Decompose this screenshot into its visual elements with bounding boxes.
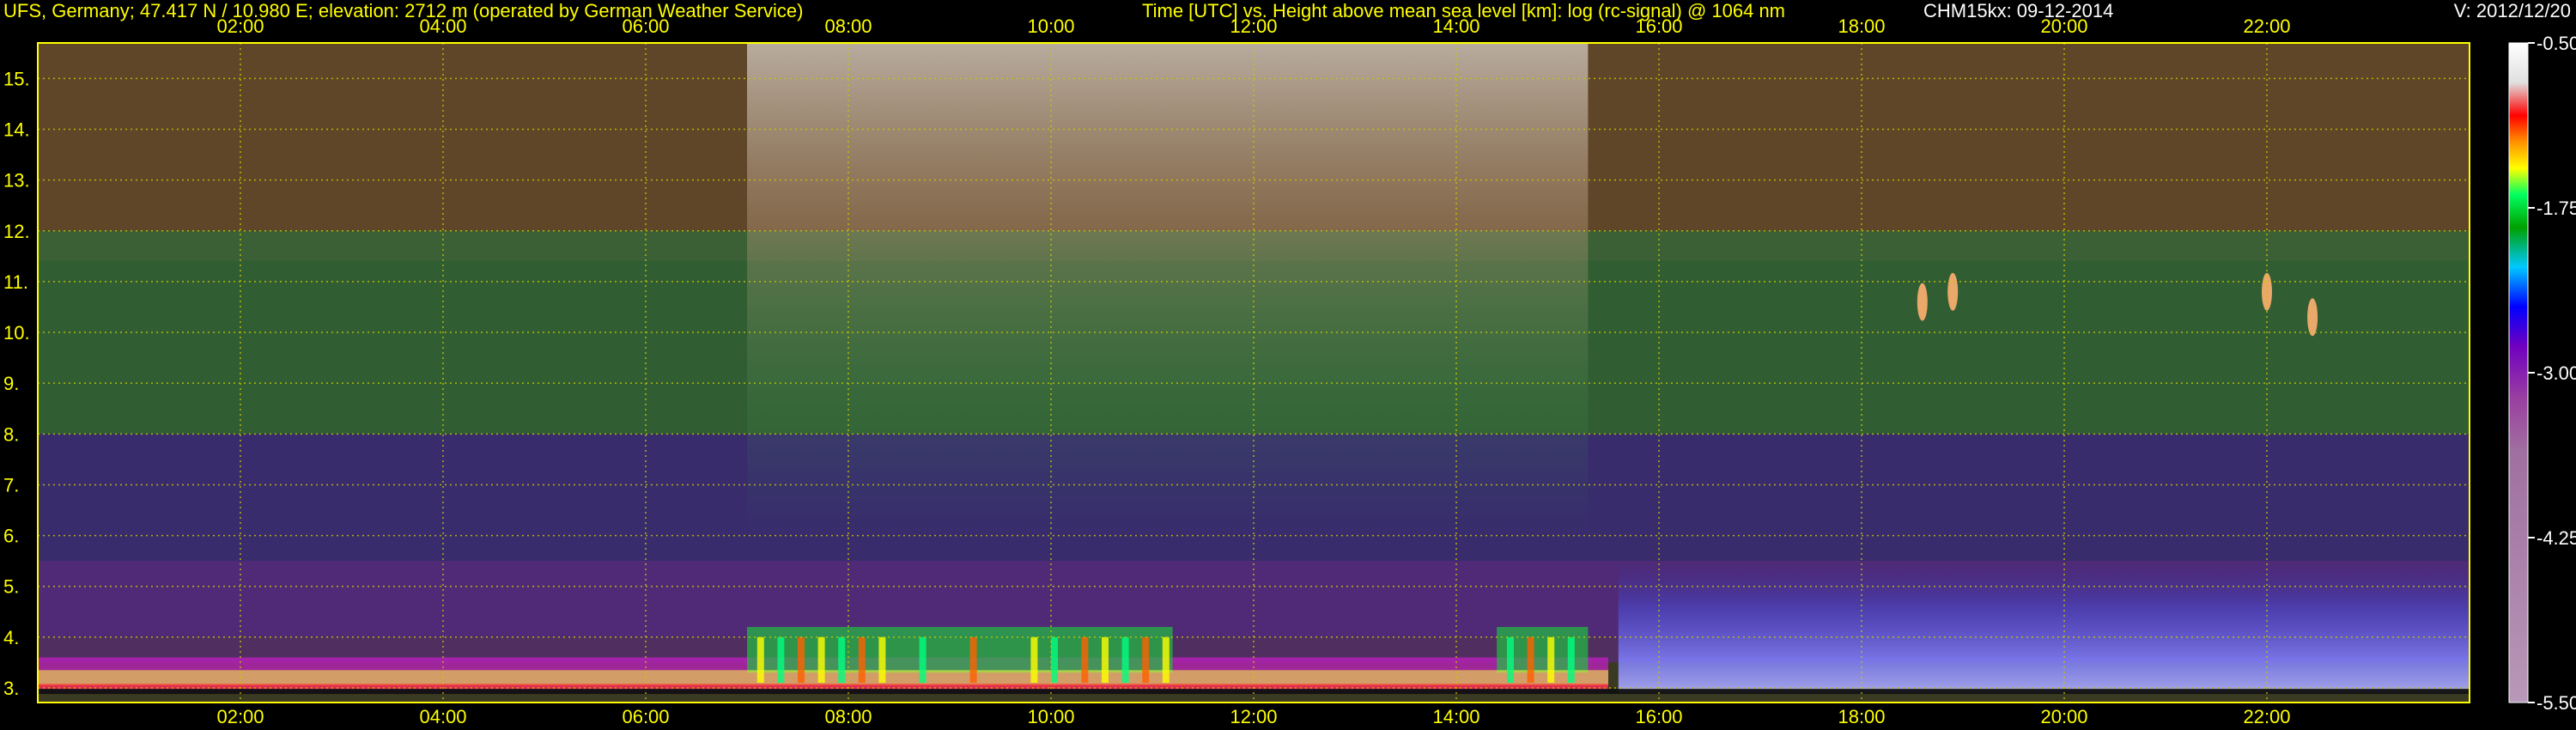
cloud-streak: [1527, 636, 1534, 684]
x-tick-label-bottom: 04:00: [419, 706, 466, 727]
feature-high-noise-daytime: [747, 43, 1589, 536]
colorbar-tick-label: -3.00: [2537, 362, 2576, 384]
x-tick-label-bottom: 02:00: [216, 706, 264, 727]
cloud-streak: [1507, 636, 1514, 684]
x-tick-label-top: 18:00: [1838, 15, 1885, 37]
x-tick-label-top: 12:00: [1230, 15, 1277, 37]
cloud-streak: [1051, 636, 1058, 684]
cloud-streak: [1102, 636, 1109, 684]
cloud-streak: [798, 636, 805, 684]
x-tick-label-bottom: 06:00: [622, 706, 669, 727]
y-tick-label: 11.: [3, 271, 28, 293]
cloud-streak: [1567, 636, 1575, 684]
x-tick-label-bottom: 20:00: [2040, 706, 2087, 727]
y-tick-label: 8.: [3, 423, 19, 445]
y-tick-label: 3.: [3, 678, 19, 699]
cloud-streak: [1547, 636, 1555, 684]
cloud-streak: [838, 636, 846, 684]
y-tick-label: 10.: [3, 322, 30, 344]
cloud-streak: [969, 636, 977, 684]
x-tick-label-top: 06:00: [622, 15, 669, 37]
cloud-streak: [817, 636, 825, 684]
x-tick-label-top: 22:00: [2243, 15, 2290, 37]
colorbar-tick-label: -1.75: [2537, 198, 2576, 219]
cirrus-speck: [1917, 283, 1928, 321]
x-tick-label-top: 08:00: [824, 15, 872, 37]
y-tick-label: 14.: [3, 119, 30, 141]
cirrus-speck: [2307, 298, 2318, 337]
cloud-streak: [756, 636, 764, 684]
y-tick-label: 7.: [3, 474, 19, 496]
x-tick-label-bottom: 14:00: [1432, 706, 1479, 727]
cloud-streak: [1081, 636, 1089, 684]
colorbar-tick-label: -0.50: [2537, 33, 2576, 54]
x-tick-label-top: 04:00: [419, 15, 466, 37]
cloud-streak: [1142, 636, 1150, 684]
colorbar-tick-label: -5.50: [2537, 692, 2576, 714]
x-tick-label-bottom: 08:00: [824, 706, 872, 727]
x-tick-label-bottom: 22:00: [2243, 706, 2290, 727]
x-tick-label-bottom: 10:00: [1027, 706, 1074, 727]
colorbar: -0.50 -1.75 -3.00 -4.25 -5.50: [2508, 33, 2576, 714]
feature-night-low-signal: [1618, 561, 2470, 693]
cloud-streak: [878, 636, 886, 684]
y-tick-label: 15.: [3, 68, 30, 89]
x-tick-label-top: 20:00: [2040, 15, 2087, 37]
ceilometer-heatmap-chart: 02:00 02:00 04:00 04:00 06:00 06:00 08:00 08:00…: [3, 15, 2576, 727]
y-tick-label: 12.: [3, 221, 30, 242]
y-tick-label: 6.: [3, 526, 19, 547]
x-tick-label-top: 02:00: [216, 15, 264, 37]
cloud-streak: [919, 636, 927, 684]
x-tick-label-bottom: 12:00: [1230, 706, 1277, 727]
x-tick-label-top: 16:00: [1635, 15, 1682, 37]
x-tick-label-bottom: 16:00: [1635, 706, 1682, 727]
x-tick-label-top: 14:00: [1432, 15, 1479, 37]
x-tick-label-top: 10:00: [1027, 15, 1074, 37]
x-tick-label-bottom: 18:00: [1838, 706, 1885, 727]
colorbar-gradient: [2508, 42, 2529, 703]
feature-low-clouds-morning: [747, 627, 1173, 673]
cloud-streak: [858, 636, 866, 684]
cloud-streak: [1162, 636, 1170, 684]
y-tick-label: 13.: [3, 170, 30, 192]
colorbar-tick-label: -4.25: [2537, 527, 2576, 549]
y-tick-label: 9.: [3, 373, 19, 394]
cloud-streak: [1121, 636, 1129, 684]
cloud-streak: [1030, 636, 1038, 684]
cirrus-speck: [1947, 272, 1959, 311]
y-tick-label: 4.: [3, 627, 19, 648]
cloud-streak: [777, 636, 785, 684]
y-tick-label: 5.: [3, 576, 19, 598]
